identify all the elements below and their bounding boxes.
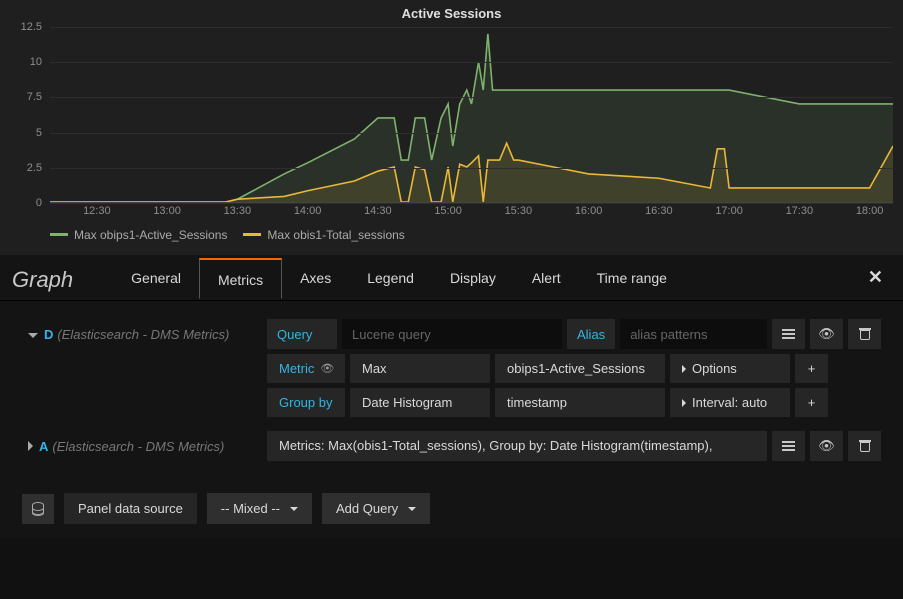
database-icon	[32, 502, 44, 516]
caret-right-icon	[682, 399, 686, 407]
panel-datasource-label: Panel data source	[64, 493, 197, 524]
query-label: Query	[267, 319, 337, 349]
legend-label: Max obips1-Active_Sessions	[74, 228, 227, 242]
x-tick: 13:00	[153, 205, 181, 217]
close-icon[interactable]: ✕	[868, 267, 883, 288]
query-summary: Metrics: Max(obis1-Total_sessions), Grou…	[267, 431, 767, 461]
add-metric-button[interactable]: +	[795, 354, 828, 383]
x-tick: 15:00	[434, 205, 462, 217]
y-tick: 12.5	[21, 21, 42, 33]
legend-swatch	[50, 233, 68, 236]
panel-datasource-select[interactable]: -- Mixed --	[207, 493, 312, 524]
x-tick: 17:00	[715, 205, 743, 217]
caret-right-icon	[28, 441, 33, 451]
metric-field-select[interactable]: obips1-Active_Sessions	[495, 354, 665, 383]
y-tick: 2.5	[27, 162, 42, 174]
menu-icon	[782, 329, 795, 339]
lucene-query-input[interactable]: Lucene query	[342, 319, 562, 349]
query-visibility-button[interactable]: 👁	[810, 431, 843, 461]
plot-region[interactable]	[50, 27, 893, 203]
alias-label: Alias	[567, 319, 615, 349]
x-tick: 14:00	[294, 205, 322, 217]
query-delete-button[interactable]	[848, 319, 881, 349]
query-visibility-button[interactable]: 👁	[810, 319, 843, 349]
tab-axes[interactable]: Axes	[282, 258, 349, 298]
y-tick: 7.5	[27, 91, 42, 103]
chart-legend: Max obips1-Active_Sessions Max obis1-Tota…	[10, 217, 893, 242]
tab-time-range[interactable]: Time range	[579, 258, 685, 298]
alias-input[interactable]: alias patterns	[620, 319, 767, 349]
query-datasource: (Elasticsearch - DMS Metrics)	[52, 439, 224, 454]
query-menu-button[interactable]	[772, 319, 805, 349]
legend-item[interactable]: Max obis1-Total_sessions	[243, 228, 404, 242]
x-tick: 16:00	[575, 205, 603, 217]
x-tick: 17:30	[786, 205, 814, 217]
editor-tabbar: Graph GeneralMetricsAxesLegendDisplayAle…	[0, 255, 903, 301]
menu-icon	[782, 441, 795, 451]
query-delete-button[interactable]	[848, 431, 881, 461]
tab-metrics[interactable]: Metrics	[199, 258, 282, 299]
query-letter: D	[44, 327, 53, 342]
x-tick: 12:30	[83, 205, 111, 217]
tab-alert[interactable]: Alert	[514, 258, 579, 298]
chart-title: Active Sessions	[10, 4, 893, 27]
metric-label: Metric👁	[267, 354, 345, 383]
query-toggle-d[interactable]: D (Elasticsearch - DMS Metrics)	[22, 319, 262, 349]
x-tick: 18:00	[856, 205, 884, 217]
chart-svg	[50, 27, 893, 202]
panel-type-label: Graph	[12, 263, 73, 293]
y-axis: 02.557.51012.5	[16, 27, 46, 203]
x-tick: 16:30	[645, 205, 673, 217]
eye-icon: 👁	[818, 438, 835, 454]
query-row-d: D (Elasticsearch - DMS Metrics) Query Lu…	[22, 319, 881, 417]
tab-legend[interactable]: Legend	[349, 258, 432, 298]
metric-agg-select[interactable]: Max	[350, 354, 490, 383]
legend-item[interactable]: Max obips1-Active_Sessions	[50, 228, 227, 242]
y-tick: 10	[30, 56, 42, 68]
datasource-icon-button[interactable]	[22, 494, 54, 524]
add-query-button[interactable]: Add Query	[322, 493, 430, 524]
legend-swatch	[243, 233, 261, 236]
groupby-label: Group by	[267, 388, 345, 417]
x-tick: 13:30	[224, 205, 252, 217]
query-letter: A	[39, 439, 48, 454]
query-row-a: A (Elasticsearch - DMS Metrics) Metrics:…	[22, 431, 881, 461]
legend-label: Max obis1-Total_sessions	[267, 228, 404, 242]
caret-right-icon	[682, 365, 686, 373]
y-tick: 5	[36, 127, 42, 139]
eye-icon: 👁	[818, 326, 835, 342]
chart-area[interactable]: 02.557.51012.5 12:3013:0013:3014:0014:30…	[50, 27, 893, 217]
x-tick: 14:30	[364, 205, 392, 217]
x-axis: 12:30 13:00 13:30 14:00 14:30 15:00 15:30 16:00…	[50, 203, 893, 217]
y-tick: 0	[36, 197, 42, 209]
trash-icon	[860, 440, 870, 452]
x-tick: 15:30	[505, 205, 533, 217]
tab-display[interactable]: Display	[432, 258, 514, 298]
eye-icon[interactable]: 👁	[320, 362, 334, 375]
chevron-down-icon	[290, 507, 298, 511]
trash-icon	[860, 328, 870, 340]
tab-general[interactable]: General	[113, 258, 199, 298]
panel-editor: Graph GeneralMetricsAxesLegendDisplayAle…	[0, 255, 903, 538]
query-datasource: (Elasticsearch - DMS Metrics)	[57, 327, 229, 342]
metrics-tab-content: D (Elasticsearch - DMS Metrics) Query Lu…	[0, 301, 903, 479]
metric-options-toggle[interactable]: Options	[670, 354, 790, 383]
groupby-interval-toggle[interactable]: Interval: auto	[670, 388, 790, 417]
query-menu-button[interactable]	[772, 431, 805, 461]
query-toggle-a[interactable]: A (Elasticsearch - DMS Metrics)	[22, 431, 262, 461]
groupby-type-select[interactable]: Date Histogram	[350, 388, 490, 417]
groupby-field-select[interactable]: timestamp	[495, 388, 665, 417]
chevron-down-icon	[408, 507, 416, 511]
chart-panel: Active Sessions 0 2.5 5 7.5 10 12.5 12:30 13:0…	[0, 0, 903, 255]
add-groupby-button[interactable]: +	[795, 388, 828, 417]
editor-footer: Panel data source -- Mixed -- Add Query	[0, 479, 903, 538]
caret-down-icon	[28, 333, 38, 338]
